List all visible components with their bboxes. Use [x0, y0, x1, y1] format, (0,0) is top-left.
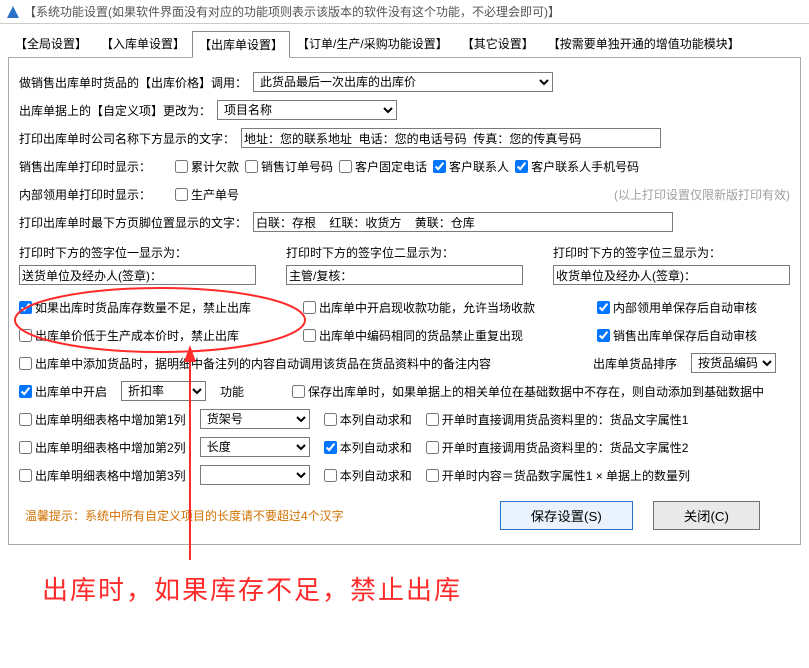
chk-col2-attr[interactable]: 开单时直接调用货品资料里的：货品文字属性2	[426, 439, 689, 456]
footer-text-input[interactable]	[253, 212, 673, 232]
tab-global[interactable]: 【全局设置】	[8, 30, 94, 57]
header-text-label: 打印出库单时公司名称下方显示的文字：	[19, 130, 235, 147]
chk-col1-sum[interactable]: 本列自动求和	[324, 411, 412, 428]
sort-label: 出库单货品排序	[593, 355, 677, 372]
tab-other[interactable]: 【其它设置】	[455, 30, 541, 57]
sales-print-label: 销售出库单打印时显示：	[19, 158, 169, 175]
chk-col1-attr[interactable]: 开单时直接调用货品资料里的：货品文字属性1	[426, 411, 689, 428]
chk-cust-phone[interactable]: 客户固定电话	[339, 158, 427, 175]
tab-addon[interactable]: 【按需要单独开通的增值功能模块】	[541, 30, 747, 57]
chk-auto-add-base[interactable]: 保存出库单时，如果单据上的相关单位在基础数据中不存在，则自动添加到基础数据中	[292, 383, 764, 400]
internal-print-label: 内部领用单打印时显示：	[19, 186, 169, 203]
chk-col3-sum[interactable]: 本列自动求和	[324, 467, 412, 484]
chk-arrears[interactable]: 累计欠款	[175, 158, 239, 175]
chk-add-col1[interactable]: 出库单明细表格中增加第1列	[19, 411, 186, 428]
footer-text-label: 打印出库单时最下方页脚位置显示的文字：	[19, 214, 247, 231]
col3-select[interactable]	[200, 465, 310, 485]
settings-panel: 做销售出库单时货品的【出库价格】调用： 此货品最后一次出库的出库价 出库单据上的…	[8, 57, 801, 545]
sig1-label: 打印时下方的签字位一显示为：	[19, 244, 256, 261]
chk-auto-remark[interactable]: 出库单中添加货品时，据明细中备注列的内容自动调用该货品在货品资料中的备注内容	[19, 355, 579, 372]
chk-no-dup-code[interactable]: 出库单中编码相同的货品禁止重复出现	[303, 327, 583, 344]
sig2-label: 打印时下方的签字位二显示为：	[286, 244, 523, 261]
sig2-input[interactable]	[286, 265, 523, 285]
price-source-label: 做销售出库单时货品的【出库价格】调用：	[19, 74, 247, 91]
chk-prod-no[interactable]: 生产单号	[175, 186, 239, 203]
chk-col3-attr[interactable]: 开单时内容＝货品数字属性1 × 单据上的数量列	[426, 467, 690, 484]
header-text-input[interactable]	[241, 128, 661, 148]
tab-inbound[interactable]: 【入库单设置】	[94, 30, 192, 57]
chk-cash-receive[interactable]: 出库单中开启现收款功能，允许当场收款	[303, 299, 583, 316]
chk-auto-audit-sales[interactable]: 销售出库单保存后自动审核	[597, 327, 790, 344]
tab-outbound[interactable]: 【出库单设置】	[192, 31, 290, 58]
sig3-input[interactable]	[553, 265, 790, 285]
tab-order[interactable]: 【订单/生产/采购功能设置】	[290, 30, 455, 57]
col1-select[interactable]: 货架号	[200, 409, 310, 429]
sort-select[interactable]: 按货品编码	[691, 353, 776, 373]
save-button[interactable]: 保存设置(S)	[500, 501, 633, 530]
chk-enable-discount[interactable]: 出库单中开启	[19, 383, 107, 400]
chk-cust-mobile[interactable]: 客户联系人手机号码	[515, 158, 639, 175]
chk-add-col3[interactable]: 出库单明细表格中增加第3列	[19, 467, 186, 484]
discount-select[interactable]: 折扣率	[121, 381, 206, 401]
sig3-label: 打印时下方的签字位三显示为：	[553, 244, 790, 261]
custom-field-select[interactable]: 项目名称	[217, 100, 397, 120]
custom-field-label: 出库单据上的【自定义项】更改为：	[19, 102, 211, 119]
close-button[interactable]: 关闭(C)	[653, 501, 760, 530]
price-source-select[interactable]: 此货品最后一次出库的出库价	[253, 72, 553, 92]
col2-select[interactable]: 长度	[200, 437, 310, 457]
discount-suffix: 功能	[220, 383, 244, 400]
chk-col2-sum[interactable]: 本列自动求和	[324, 439, 412, 456]
annotation-text: 出库时，如果库存不足，禁止出库	[42, 570, 462, 607]
chk-auto-audit-internal[interactable]: 内部领用单保存后自动审核	[597, 299, 790, 316]
print-hint: (以上打印设置仅限新版打印有效)	[614, 186, 790, 203]
chk-order-no[interactable]: 销售订单号码	[245, 158, 333, 175]
titlebar: 【系统功能设置(如果软件界面没有对应的功能项则表示该版本的软件没有这个功能，不必…	[0, 0, 809, 24]
chk-add-col2[interactable]: 出库单明细表格中增加第2列	[19, 439, 186, 456]
app-logo-icon	[6, 5, 20, 19]
window-title: 【系统功能设置(如果软件界面没有对应的功能项则表示该版本的软件没有这个功能，不必…	[24, 3, 560, 20]
chk-cust-contact[interactable]: 客户联系人	[433, 158, 509, 175]
sig1-input[interactable]	[19, 265, 256, 285]
tab-bar: 【全局设置】 【入库单设置】 【出库单设置】 【订单/生产/采购功能设置】 【其…	[0, 24, 809, 57]
chk-forbid-under-cost[interactable]: 出库单价低于生产成本价时，禁止出库	[19, 327, 289, 344]
chk-forbid-no-stock[interactable]: 如果出库时货品库存数量不足，禁止出库	[19, 299, 289, 316]
warm-hint: 温馨提示：系统中所有自定义项目的长度请不要超过4个汉字	[25, 507, 344, 524]
